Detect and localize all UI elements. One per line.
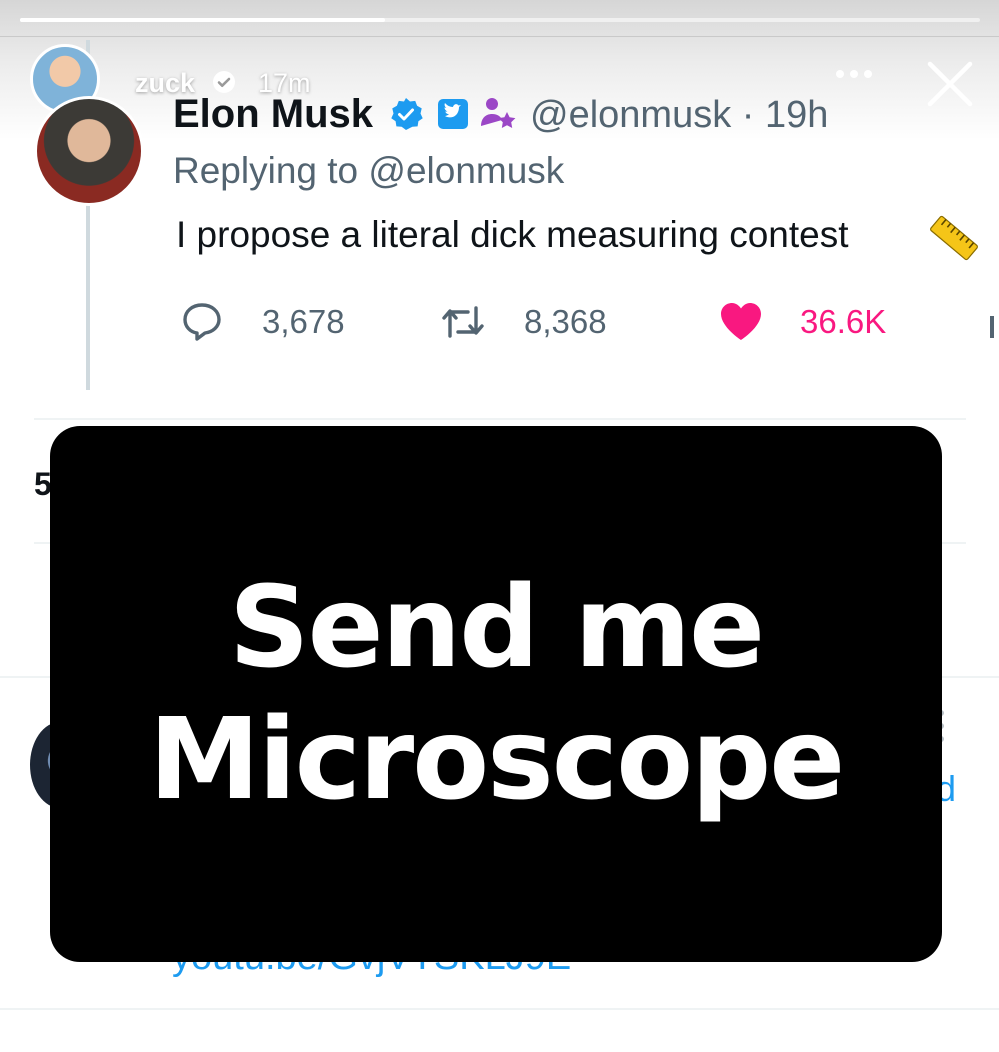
share-icon[interactable] bbox=[990, 316, 994, 338]
reply-context[interactable]: Replying to @elonmusk bbox=[173, 150, 564, 192]
heart-icon bbox=[721, 303, 761, 340]
caption-line-1: Send me bbox=[228, 563, 765, 693]
affiliate-person-star-icon bbox=[481, 98, 516, 128]
close-icon[interactable] bbox=[922, 56, 978, 112]
twitter-affiliate-badge-icon bbox=[438, 99, 468, 129]
reply-count: 3,678 bbox=[262, 303, 345, 340]
author-avatar[interactable] bbox=[34, 96, 144, 206]
story-verified-icon bbox=[213, 71, 235, 93]
divider bbox=[34, 418, 966, 420]
like-count: 36.6K bbox=[800, 303, 887, 340]
author-handle-time[interactable]: @elonmusk · 19h bbox=[530, 94, 828, 137]
caption-line-2: Microscope bbox=[148, 695, 846, 825]
story-progress-track bbox=[20, 18, 980, 22]
author-name[interactable]: Elon Musk bbox=[173, 92, 373, 137]
story-progress-fill bbox=[20, 18, 385, 22]
tweet-text: I propose a literal dick measuring conte… bbox=[176, 214, 849, 255]
reply-icon bbox=[183, 303, 221, 341]
top-divider bbox=[0, 36, 999, 37]
verified-badge-icon bbox=[391, 98, 423, 130]
retweet-button[interactable]: 8,368 bbox=[440, 300, 607, 344]
divider bbox=[0, 1008, 999, 1010]
retweet-icon bbox=[442, 306, 484, 338]
more-horizontal-icon[interactable] bbox=[832, 64, 876, 84]
story-caption-box: Send me Microscope bbox=[50, 426, 942, 962]
like-button[interactable]: 36.6K bbox=[718, 300, 886, 344]
ruler-icon bbox=[930, 215, 978, 261]
retweet-count: 8,368 bbox=[524, 303, 607, 340]
reply-button[interactable]: 3,678 bbox=[180, 300, 345, 344]
